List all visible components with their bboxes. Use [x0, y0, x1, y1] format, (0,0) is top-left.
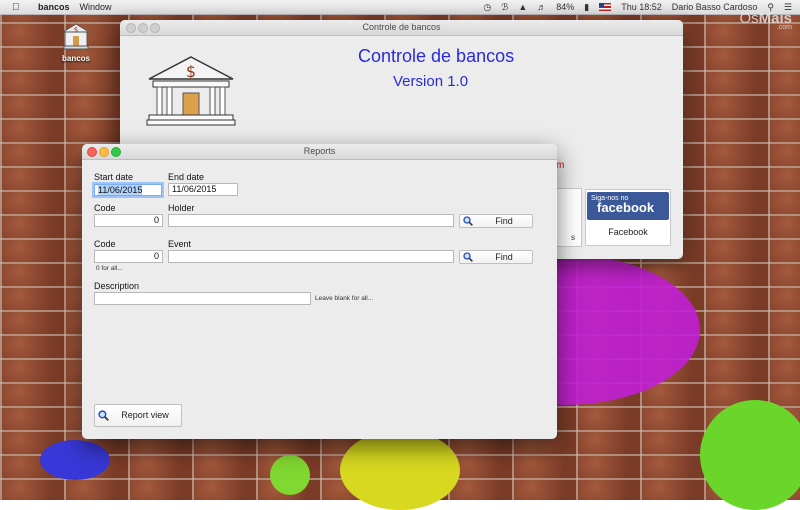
- event-field[interactable]: [168, 250, 454, 263]
- red-text-fragment: m: [556, 160, 565, 171]
- menu-window[interactable]: Window: [80, 2, 112, 12]
- desktop-icon-bancos[interactable]: $ bancos: [52, 22, 100, 63]
- holder-label: Holder: [168, 203, 195, 213]
- desktop-icon-label: bancos: [61, 54, 90, 63]
- report-view-button[interactable]: Report view: [94, 404, 182, 427]
- description-hint: Leave blank for all...: [315, 295, 374, 302]
- description-field[interactable]: [94, 292, 311, 305]
- end-date-field[interactable]: 11/06/2015: [168, 183, 238, 196]
- holder-field[interactable]: [168, 214, 454, 227]
- menu-bar:  bancos Window ◷ ℬ ▲ ♬ 84% ▮ Thu 18:52 …: [0, 0, 800, 15]
- paint-splash-lime: [270, 455, 310, 495]
- reports-title: Reports: [303, 146, 336, 156]
- clock[interactable]: Thu 18:52: [621, 2, 662, 12]
- partially-hidden-card-label: s: [571, 233, 575, 242]
- watermark-os: Os: [739, 10, 759, 27]
- reports-titlebar[interactable]: Reports: [82, 144, 557, 160]
- facebook-badge-big: facebook: [597, 200, 655, 215]
- event-label: Event: [168, 239, 192, 249]
- minimize-button[interactable]: [138, 23, 148, 33]
- facebook-button[interactable]: Siga-nos no facebook Facebook: [585, 189, 671, 246]
- battery-percent[interactable]: 84%: [556, 2, 574, 12]
- menu-app-name[interactable]: bancos: [38, 2, 70, 12]
- close-button[interactable]: [87, 147, 97, 157]
- end-date-label: End date: [168, 172, 205, 182]
- bank-icon: $: [61, 23, 91, 50]
- code-field-1[interactable]: 0: [94, 214, 163, 227]
- paint-splash-blue: [40, 440, 110, 480]
- input-source-flag-icon[interactable]: [599, 3, 612, 11]
- paint-splash-green: [700, 400, 800, 510]
- code-hint: 0 for all...: [96, 265, 123, 272]
- close-button[interactable]: [126, 23, 136, 33]
- start-date-value: 11/06/2015: [98, 185, 143, 195]
- main-window-title: Controle de bancos: [362, 22, 441, 32]
- magnifier-icon: [98, 410, 109, 424]
- magnifier-icon: [463, 252, 473, 265]
- find-holder-label: Find: [495, 216, 513, 226]
- watermark-com: .com: [776, 24, 792, 31]
- bluetooth-icon[interactable]: ℬ: [501, 2, 508, 13]
- watermark-logo: OsMais .com: [739, 10, 792, 31]
- start-date-label: Start date: [94, 172, 134, 182]
- wifi-icon[interactable]: ▲: [518, 2, 527, 12]
- zoom-button[interactable]: [111, 147, 121, 157]
- partially-hidden-card[interactable]: s: [556, 188, 582, 247]
- code-field-2[interactable]: 0: [94, 250, 163, 263]
- code-label-1: Code: [94, 203, 116, 213]
- main-window-titlebar[interactable]: Controle de bancos: [120, 20, 683, 36]
- report-view-label: Report view: [121, 410, 169, 420]
- apple-menu-icon[interactable]: : [12, 2, 24, 13]
- facebook-label: Facebook: [608, 227, 648, 237]
- app-heading: Controle de bancos: [358, 46, 515, 66]
- find-holder-button[interactable]: Find: [459, 214, 533, 228]
- svg-text:$: $: [186, 62, 196, 81]
- facebook-logo-icon: Siga-nos no facebook: [587, 192, 669, 220]
- description-label: Description: [94, 281, 140, 291]
- code-label-2: Code: [94, 239, 116, 249]
- magnifier-icon: [463, 216, 473, 229]
- paint-splash-yellow: [340, 430, 460, 510]
- volume-icon[interactable]: ♬: [537, 2, 546, 12]
- reports-window: Reports Start date 11/06/2015 End date 1…: [82, 144, 557, 439]
- battery-icon: ▮: [584, 1, 590, 12]
- bank-logo-icon: $: [146, 56, 236, 126]
- zoom-button[interactable]: [150, 23, 160, 33]
- app-version: Version 1.0: [393, 73, 469, 90]
- minimize-button[interactable]: [99, 147, 109, 157]
- start-date-field[interactable]: 11/06/2015: [94, 184, 162, 196]
- find-event-label: Find: [495, 252, 513, 262]
- time-machine-icon[interactable]: ◷: [483, 2, 491, 13]
- find-event-button[interactable]: Find: [459, 250, 533, 264]
- svg-text:$: $: [74, 26, 78, 34]
